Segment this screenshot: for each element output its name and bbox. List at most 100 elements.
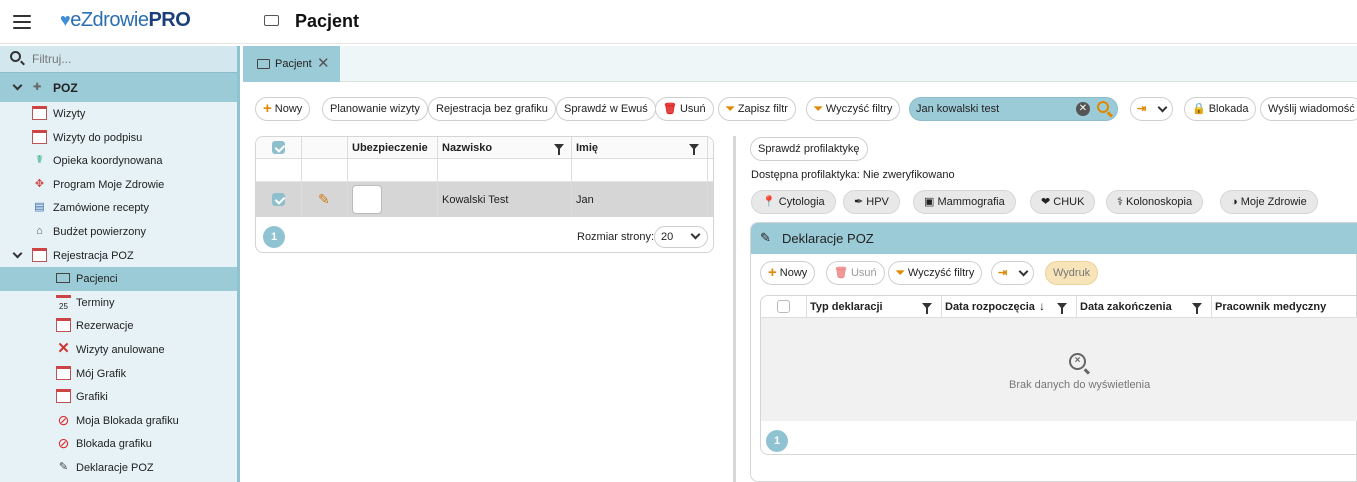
category-kolonoskopia[interactable]: ⚕ Kolonoskopia	[1106, 190, 1204, 214]
tab-pacjent[interactable]: Pacjent ✕	[243, 46, 340, 82]
syringe-icon: ✒	[854, 196, 864, 208]
menu-icon[interactable]	[13, 15, 31, 29]
edit-icon[interactable]: ✎	[318, 191, 330, 208]
filter-icon[interactable]	[922, 303, 932, 314]
declaration-new-button[interactable]: + Nowy	[760, 261, 816, 285]
export-dropdown-button[interactable]: ⇥	[1130, 97, 1173, 121]
shield-icon: ◑	[1231, 196, 1238, 208]
declarations-header: ✎ Deklaracje POZ	[751, 223, 1357, 254]
trash-icon: 🗑	[834, 267, 848, 279]
chevron-down-icon	[12, 80, 23, 91]
sidebar-item-program[interactable]: ✥ Program Moje Zdrowie	[0, 173, 237, 197]
filter-icon[interactable]	[1192, 303, 1202, 314]
grid-header: Ubezpieczenie Nazwisko Imię	[256, 137, 713, 159]
category-moje-zdrowie[interactable]: ◑ Moje Zdrowie	[1220, 190, 1318, 214]
registration-button[interactable]: Rejestracja bez grafiku	[428, 97, 556, 121]
chevron-down-icon	[690, 229, 701, 240]
row-checkbox[interactable]	[272, 193, 285, 206]
program-icon: ✥	[34, 177, 45, 190]
sidebar-item-budzet[interactable]: ⌂ Budżet powierzony	[0, 220, 237, 244]
declarations-grid: Typ deklaracji Data rozpoczęcia ↓ Data z…	[760, 295, 1357, 455]
chevron-down-icon	[1018, 266, 1029, 277]
page-button[interactable]: 1	[766, 430, 788, 452]
filter-icon: ⏷	[726, 103, 735, 115]
heart-icon: ❤	[1041, 196, 1051, 208]
block-button[interactable]: 🔒 Blokada	[1184, 97, 1257, 121]
app-logo[interactable]: ♥eZdrowiePRO	[60, 9, 191, 32]
plus-icon: +	[768, 264, 777, 281]
sidebar-item-opieka[interactable]: ☤ Opieka koordynowana	[0, 149, 237, 173]
sidebar-item-moj-grafik[interactable]: Mój Grafik	[0, 362, 237, 386]
save-filter-button[interactable]: ⏷ Zapisz filtr	[718, 97, 796, 121]
sidebar-section-poz[interactable]: ✚ POZ	[0, 72, 237, 102]
sidebar-item-blokada[interactable]: ⊘ Blokada grafiku	[0, 432, 237, 456]
header-surname[interactable]: Nazwisko	[442, 142, 492, 154]
delete-button[interactable]: 🗑 Usuń	[655, 97, 714, 121]
category-hpv[interactable]: ✒ HPV	[843, 190, 900, 214]
search-input[interactable]: Jan kowalski test ✕	[909, 97, 1118, 121]
sidebar-item-grafiki[interactable]: Grafiki	[0, 385, 237, 409]
select-all-checkbox[interactable]	[777, 300, 790, 313]
sidebar-item-pacjenci[interactable]: Pacjenci	[0, 267, 237, 291]
calendar-icon	[32, 129, 47, 144]
sidebar-group-rejestracja[interactable]: Rejestracja POZ	[0, 244, 237, 268]
sidebar-filter[interactable]: Filtruj...	[0, 46, 237, 72]
page-size-label: Rozmiar strony:	[577, 231, 655, 243]
header-staff[interactable]: Pracownik medyczny	[1215, 301, 1326, 313]
calendar-icon	[56, 318, 71, 333]
header-type[interactable]: Typ deklaracji	[810, 301, 883, 313]
sidebar-item-recepty[interactable]: ▤ Zamówione recepty	[0, 196, 237, 220]
search-icon	[10, 51, 21, 62]
filter-icon[interactable]	[1057, 303, 1067, 314]
sort-down-icon[interactable]: ↓	[1039, 299, 1045, 313]
category-cytologia[interactable]: 📍 Cytologia	[751, 190, 836, 214]
page-size-select[interactable]: 20	[654, 226, 708, 248]
empty-state: × Brak danych do wyświetlenia	[761, 318, 1357, 421]
table-row[interactable]: ✎ Kowalski Test Jan	[256, 182, 713, 217]
filter-icon[interactable]	[554, 144, 564, 155]
sidebar-item-rezerwacje[interactable]: Rezerwacje	[0, 314, 237, 338]
sidebar: Filtruj... ✚ POZ Wizyty Wizyty do podpis…	[0, 46, 240, 482]
filter-placeholder: Filtruj...	[32, 52, 72, 66]
close-icon[interactable]: ✕	[317, 54, 330, 72]
category-mammografia[interactable]: ▣ Mammografia	[913, 190, 1016, 214]
check-ewus-button[interactable]: Sprawdź w Ewuś	[556, 97, 656, 121]
new-button[interactable]: + Nowy	[255, 97, 311, 121]
pin-icon: 📍	[762, 196, 776, 208]
page-button[interactable]: 1	[263, 226, 285, 248]
prescription-icon: ▤	[34, 201, 45, 214]
no-data-icon: ×	[1069, 353, 1086, 370]
send-message-button[interactable]: Wyślij wiadomość	[1260, 97, 1357, 121]
sidebar-item-terminy[interactable]: 25 Terminy	[0, 291, 237, 315]
sidebar-item-wizyty-do-podpisu[interactable]: Wizyty do podpisu	[0, 126, 237, 150]
declaration-icon: ✎	[58, 460, 69, 473]
declaration-clear-filters-button[interactable]: ⏷ Wyczyść filtry	[888, 261, 983, 285]
clear-filters-button[interactable]: ⏷ Wyczyść filtry	[806, 97, 901, 121]
filter-icon[interactable]	[689, 144, 699, 155]
sidebar-item-moja-blokada[interactable]: ⊘ Moja Blokada grafiku	[0, 409, 237, 433]
print-button[interactable]: Wydruk	[1045, 261, 1099, 285]
declaration-export-dropdown[interactable]: ⇥	[991, 261, 1034, 285]
header-start[interactable]: Data rozpoczęcia	[945, 301, 1035, 313]
header-name[interactable]: Imię	[576, 142, 598, 154]
select-all-checkbox[interactable]	[272, 141, 285, 154]
search-icon[interactable]	[1097, 101, 1109, 113]
check-prevention-button[interactable]: Sprawdź profilaktykę	[750, 137, 868, 161]
insurance-status	[352, 185, 382, 214]
header-end[interactable]: Data zakończenia	[1080, 301, 1172, 313]
sidebar-item-wizyty[interactable]: Wizyty	[0, 102, 237, 126]
export-icon: ⇥	[1137, 103, 1147, 115]
plan-visit-button[interactable]: Planowanie wizyty	[322, 97, 428, 121]
sidebar-item-deklaracje[interactable]: ✎ Deklaracje POZ	[0, 456, 237, 480]
cancel-icon: ✕	[57, 339, 70, 357]
sidebar-item-wizyty-anulowane[interactable]: ✕ Wizyty anulowane	[0, 338, 237, 362]
clear-icon[interactable]: ✕	[1076, 102, 1090, 116]
declaration-delete-button[interactable]: 🗑 Usuń	[826, 261, 885, 285]
category-chuk[interactable]: ❤ CHUK	[1030, 190, 1096, 214]
colonoscopy-icon: ⚕	[1117, 196, 1123, 208]
split-divider[interactable]	[733, 136, 736, 482]
chevron-down-icon	[1157, 102, 1168, 113]
calendar-icon	[56, 365, 71, 380]
top-bar: ♥eZdrowiePRO Pacjent	[0, 0, 1357, 44]
header-insurance[interactable]: Ubezpieczenie	[352, 142, 428, 154]
